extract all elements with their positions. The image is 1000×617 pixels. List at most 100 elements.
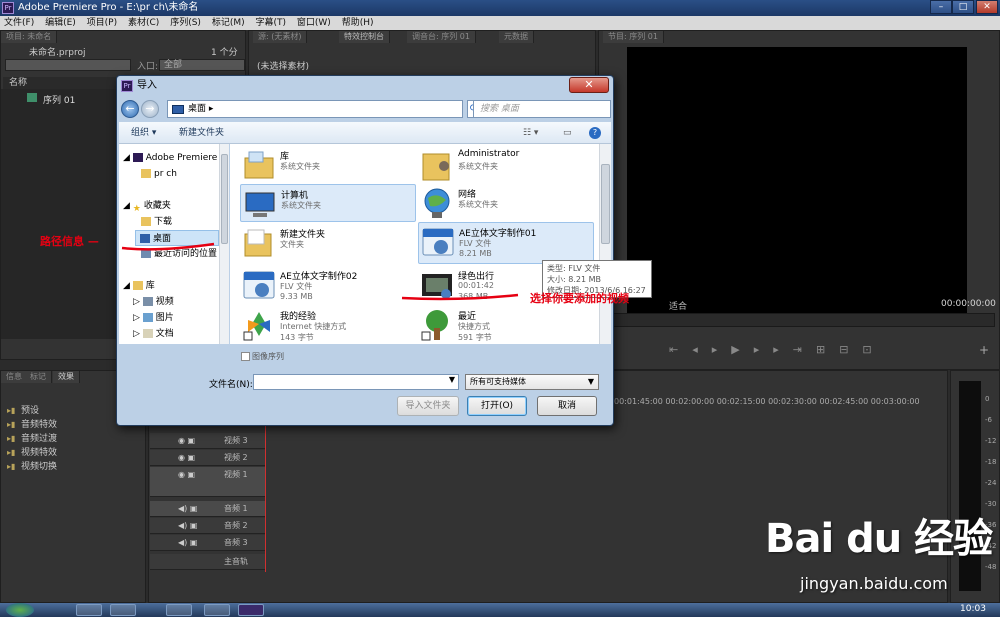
organize-button[interactable]: 组织 ▾: [131, 122, 156, 144]
fit-dropdown[interactable]: 适合: [669, 299, 687, 312]
file-item-network[interactable]: 网络 系统文件夹: [418, 184, 594, 222]
track-audio-3[interactable]: ◀) ▣ 音频 3: [150, 535, 265, 551]
effects-item-audio-effects[interactable]: 音频特效: [21, 418, 57, 432]
chevron-down-icon[interactable]: ▼: [449, 375, 455, 384]
star-icon: ★: [132, 204, 141, 214]
time-ruler[interactable]: 00:01:45:00 00:02:00:00 00:02:15:00 00:0…: [614, 395, 944, 409]
tab-program[interactable]: 节目: 序列 01: [603, 31, 664, 43]
speaker-icon[interactable]: ◀) ▣: [178, 501, 197, 517]
transport-controls[interactable]: ⇤◂▸▶▸▸⇥⊞⊟⊡: [669, 343, 886, 356]
dialog-title: 导入: [137, 80, 157, 91]
tab-effects[interactable]: 效果: [53, 371, 80, 383]
tree-item-pictures[interactable]: ▷ 图片: [133, 310, 174, 326]
file-item-new-folder[interactable]: 新建文件夹 文件夹: [240, 224, 416, 262]
file-item-administrator[interactable]: Administrator 系统文件夹: [418, 146, 594, 184]
ruler-tick: 00:02:15:00: [716, 397, 766, 406]
tree-shortcut-icon: [421, 310, 448, 341]
app-icon[interactable]: [166, 604, 192, 616]
speaker-icon[interactable]: ◀) ▣: [178, 535, 197, 551]
track-master[interactable]: 主音轨: [150, 554, 265, 570]
close-button[interactable]: ✕: [976, 0, 998, 14]
tab-metadata[interactable]: 元数据: [499, 31, 534, 43]
new-folder-button[interactable]: 新建文件夹: [179, 122, 224, 144]
track-audio-1[interactable]: ◀) ▣ 音频 1: [150, 501, 265, 517]
ie-icon[interactable]: [76, 604, 102, 616]
track-audio-2[interactable]: ◀) ▣ 音频 2: [150, 518, 265, 534]
tab-info[interactable]: 信息: [1, 371, 28, 383]
effects-item-video-transitions[interactable]: 视频切换: [21, 460, 57, 474]
open-button[interactable]: 打开(O): [467, 396, 527, 416]
speaker-icon[interactable]: ◀) ▣: [178, 518, 197, 534]
start-button[interactable]: [6, 603, 34, 617]
premiere-taskbar-icon[interactable]: [238, 604, 264, 616]
address-bar[interactable]: 桌面 ▸: [167, 100, 463, 118]
menu-file[interactable]: 文件(F): [0, 16, 38, 30]
file-item-recent[interactable]: 最近 快捷方式 591 字节: [418, 306, 594, 344]
checkbox-icon[interactable]: [241, 352, 250, 361]
effects-item-video-effects[interactable]: 视频特效: [21, 446, 57, 460]
file-item-my-experience[interactable]: 我的经验 Internet 快捷方式 143 字节: [240, 306, 416, 344]
tree-item-libraries[interactable]: ◢ 库: [123, 278, 155, 294]
track-video-1[interactable]: ◉ ▣ 视频 1: [150, 467, 265, 497]
library-icon: [132, 281, 143, 290]
effects-item-audio-transitions[interactable]: 音频过渡: [21, 432, 57, 446]
grid-scrollbar[interactable]: [599, 144, 611, 344]
explorer-icon[interactable]: [110, 604, 136, 616]
sequence-item[interactable]: 序列 01: [43, 93, 75, 106]
program-scrubber[interactable]: [607, 313, 995, 327]
file-item-computer[interactable]: 计算机 系统文件夹: [240, 184, 416, 222]
filetype-select[interactable]: ▼ 所有可支持媒体: [465, 374, 599, 390]
menu-help[interactable]: 帮助(H): [338, 16, 378, 30]
tree-item-videos[interactable]: ▷ 视频: [133, 294, 174, 310]
effects-list: 预设 音频特效 音频过渡 视频特效 视频切换: [21, 404, 57, 474]
menu-sequence[interactable]: 序列(S): [166, 16, 205, 30]
preview-pane-icon[interactable]: ▭: [563, 122, 572, 144]
project-tab[interactable]: 项目: 未命名: [1, 31, 58, 43]
menu-title[interactable]: 字幕(T): [251, 16, 290, 30]
track-video-3[interactable]: ◉ ▣ 视频 3: [150, 433, 265, 449]
forward-arrow-icon[interactable]: →: [141, 100, 159, 118]
tree-item-favorites[interactable]: ◢ ★ 收藏夹: [123, 198, 171, 214]
tree-scrollbar[interactable]: [219, 144, 229, 344]
search-input[interactable]: 搜索 桌面: [473, 100, 611, 118]
maximize-button[interactable]: □: [952, 0, 974, 14]
menu-edit[interactable]: 编辑(E): [41, 16, 80, 30]
file-item-ae-01[interactable]: AE立体文字制作01 FLV 文件 8.21 MB: [418, 222, 594, 264]
effects-item-presets[interactable]: 预设: [21, 404, 57, 418]
filename-input[interactable]: ▼: [253, 374, 459, 390]
view-options-icon[interactable]: ☷ ▾: [523, 122, 538, 144]
tooltip-type: 类型: FLV 文件: [547, 264, 601, 273]
track-video-2[interactable]: ◉ ▣ 视频 2: [150, 450, 265, 466]
menu-project[interactable]: 项目(P): [83, 16, 121, 30]
in-select[interactable]: 全部: [159, 59, 245, 71]
file-item-ae-02[interactable]: AE立体文字制作02 FLV 文件 9.33 MB: [240, 266, 416, 304]
tree-item-premiere[interactable]: ◢ Adobe Premiere: [123, 150, 217, 166]
back-arrow-icon[interactable]: ←: [121, 100, 139, 118]
tree-item-downloads[interactable]: 下载: [141, 214, 172, 230]
tab-source[interactable]: 源: (无素材): [253, 31, 308, 43]
project-search-input[interactable]: [5, 59, 131, 71]
meter-tick: -6: [985, 416, 992, 424]
minimize-button[interactable]: –: [930, 0, 952, 14]
playhead-line[interactable]: [265, 426, 266, 572]
import-folder-button[interactable]: 导入文件夹: [397, 396, 459, 416]
menu-marker[interactable]: 标记(M): [208, 16, 249, 30]
tree-item-prch[interactable]: pr ch: [141, 166, 177, 182]
tab-markers[interactable]: 标记: [25, 371, 52, 383]
tab-audio-mixer[interactable]: 调音台: 序列 01: [407, 31, 476, 43]
tree-item-documents[interactable]: ▷ 文档: [133, 326, 174, 342]
cancel-button[interactable]: 取消: [537, 396, 597, 416]
tab-effect-controls[interactable]: 特效控制台: [339, 31, 390, 43]
eye-icon[interactable]: ◉ ▣: [178, 450, 195, 466]
menu-clip[interactable]: 素材(C): [124, 16, 163, 30]
file-item-library[interactable]: 库 系统文件夹: [240, 146, 416, 184]
dialog-close-button[interactable]: ✕: [569, 77, 609, 93]
eye-icon[interactable]: ◉ ▣: [178, 467, 195, 483]
premiere-taskbar-icon[interactable]: [204, 604, 230, 616]
menu-window[interactable]: 窗口(W): [293, 16, 335, 30]
image-sequence-checkbox[interactable]: 图像序列: [241, 351, 284, 362]
user-folder-icon: [422, 153, 450, 181]
help-icon[interactable]: ?: [589, 127, 601, 139]
add-button-icon[interactable]: +: [979, 343, 989, 357]
eye-icon[interactable]: ◉ ▣: [178, 433, 195, 449]
